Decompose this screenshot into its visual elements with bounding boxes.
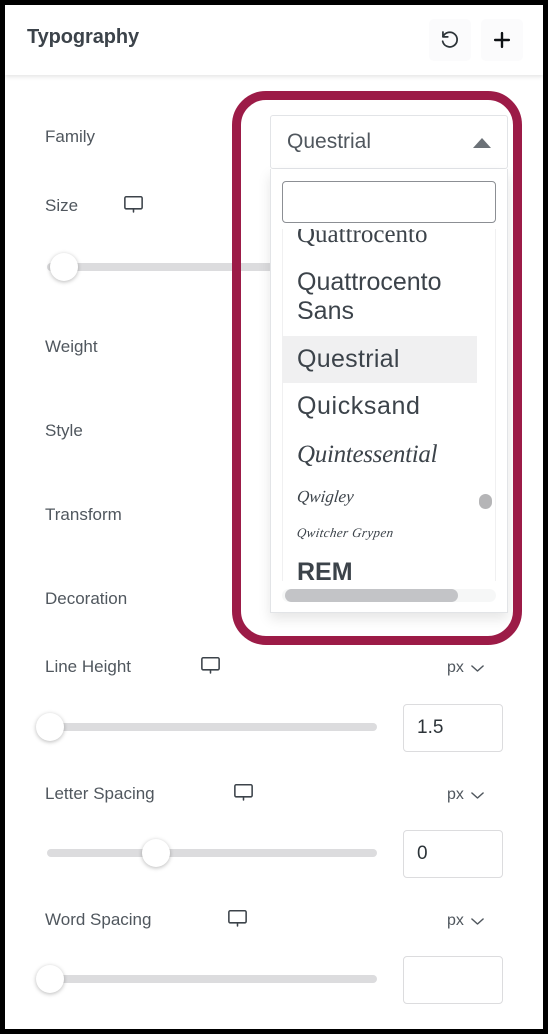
font-list-horizontal-scrollbar[interactable]: [282, 589, 496, 602]
label-style: Style: [45, 421, 83, 440]
font-option-quattrocento-sans[interactable]: Quattrocento Sans: [283, 259, 442, 336]
add-button[interactable]: [481, 19, 523, 61]
font-option-rem[interactable]: REM: [283, 549, 477, 581]
font-option-quicksand[interactable]: Quicksand: [283, 383, 477, 431]
value-text-letter-spacing: 0: [417, 843, 428, 864]
caret-up-icon: [473, 138, 491, 148]
reset-icon: [439, 29, 461, 51]
desktop-icon-word-spacing[interactable]: [227, 909, 248, 933]
font-list-vertical-scrollbar[interactable]: [478, 229, 492, 581]
label-weight: Weight: [45, 337, 98, 356]
font-family-select-trigger[interactable]: Questrial: [270, 115, 508, 169]
slider-line-height-track: [47, 723, 377, 731]
font-family-dropdown-panel: Quattrocento Quattrocento Sans Questrial…: [270, 169, 508, 613]
slider-line-height[interactable]: [36, 713, 377, 741]
slider-letter-spacing[interactable]: [47, 839, 377, 867]
reset-button[interactable]: [429, 19, 471, 61]
desktop-icon-size[interactable]: [123, 195, 144, 219]
value-input-line-height[interactable]: 1.5: [403, 704, 503, 752]
desktop-icon-line-height[interactable]: [200, 656, 221, 680]
font-option-quintessential[interactable]: Quintessential: [283, 431, 477, 479]
label-transform: Transform: [45, 505, 122, 524]
value-text-line-height: 1.5: [417, 717, 444, 738]
unit-label-line-height: px: [447, 659, 464, 676]
slider-word-spacing-thumb[interactable]: [36, 965, 65, 993]
label-letter-spacing: Letter Spacing: [45, 784, 155, 803]
font-family-selected-value: Questrial: [287, 130, 372, 153]
unit-select-word-spacing[interactable]: px: [447, 912, 484, 930]
font-list-horizontal-scrollbar-thumb[interactable]: [285, 589, 458, 602]
chevron-down-icon-line-height: [471, 664, 484, 672]
plus-icon: [491, 29, 513, 51]
slider-word-spacing[interactable]: [36, 965, 377, 993]
label-family: Family: [45, 127, 96, 146]
unit-select-line-height[interactable]: px: [447, 659, 484, 677]
font-option-qwigley[interactable]: Qwigley: [283, 478, 479, 516]
panel-header: Typography: [5, 5, 543, 75]
label-size: Size: [45, 196, 79, 215]
slider-letter-spacing-thumb[interactable]: [141, 839, 170, 867]
page-title: Typography: [27, 26, 139, 48]
typography-panel: Typography Family Size Weight Style Tran…: [5, 5, 543, 1029]
desktop-icon-letter-spacing[interactable]: [233, 783, 254, 807]
slider-word-spacing-track: [47, 975, 377, 983]
unit-select-letter-spacing[interactable]: px: [447, 786, 484, 804]
slider-letter-spacing-track: [47, 849, 377, 857]
value-input-word-spacing[interactable]: [403, 956, 503, 1004]
slider-line-height-thumb[interactable]: [36, 713, 65, 741]
panel-body: Family Size Weight Style Transform Decor…: [5, 75, 543, 1029]
font-option-qwitcher-grypen[interactable]: Qwitcher Grypen: [283, 516, 479, 549]
chevron-down-icon-letter-spacing: [471, 791, 484, 799]
label-decoration: Decoration: [45, 589, 128, 608]
value-input-letter-spacing[interactable]: 0: [403, 830, 503, 878]
unit-label-letter-spacing: px: [447, 786, 464, 803]
chevron-down-icon-word-spacing: [471, 917, 484, 925]
label-line-height: Line Height: [45, 657, 132, 676]
unit-label-word-spacing: px: [447, 912, 464, 929]
font-list-vertical-scrollbar-thumb[interactable]: [479, 494, 492, 509]
font-option-questrial[interactable]: Questrial: [283, 335, 477, 383]
font-family-dropdown[interactable]: Questrial Quattrocento Quattrocento Sans…: [270, 115, 508, 613]
font-option-list[interactable]: Quattrocento Quattrocento Sans Questrial…: [282, 229, 496, 581]
font-search-input[interactable]: [282, 181, 496, 223]
slider-size-thumb[interactable]: [50, 253, 79, 281]
font-option-quattrocento[interactable]: Quattrocento: [283, 229, 477, 259]
label-word-spacing: Word Spacing: [45, 910, 152, 929]
